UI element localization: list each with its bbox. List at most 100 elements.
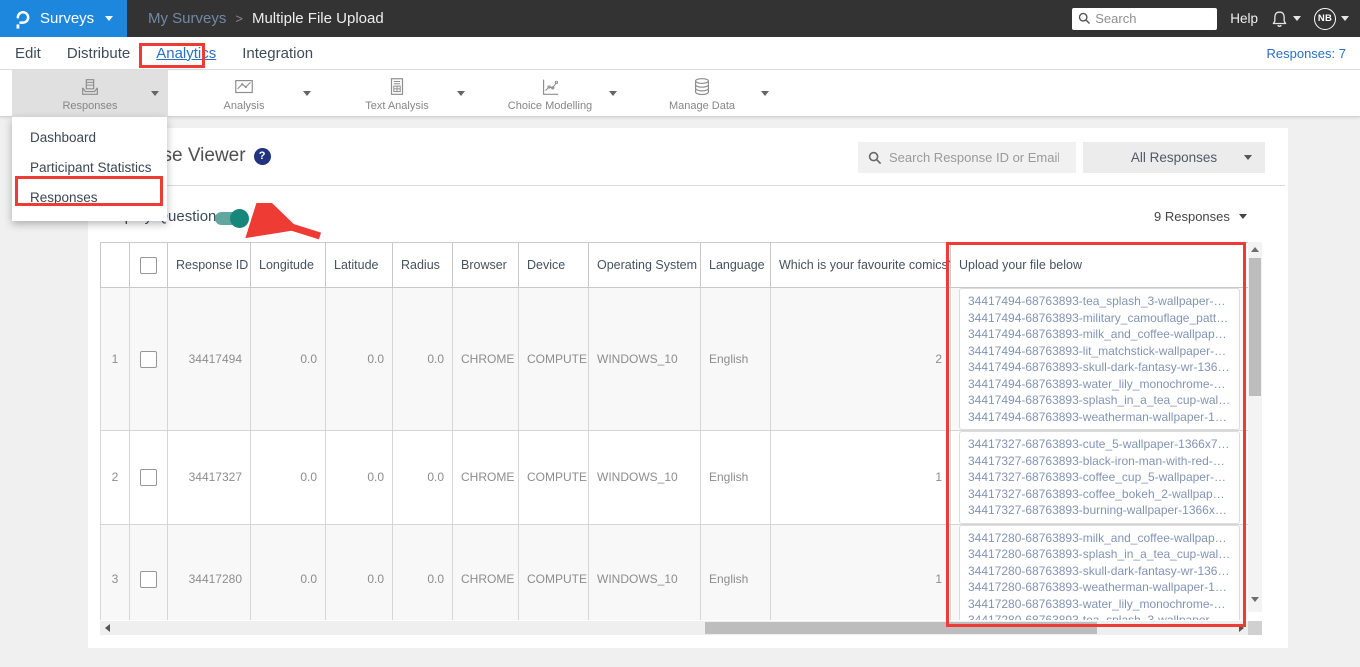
app-window: Surveys My Surveys > Multiple File Uploa… [0, 0, 1360, 667]
responses-filter-dropdown[interactable]: All Responses [1083, 142, 1265, 173]
file-link[interactable]: 34417327-68763893-coffee_bokeh_2-wallpap… [968, 486, 1231, 503]
text-analysis-icon [390, 77, 404, 95]
chevron-down-icon[interactable] [457, 91, 465, 96]
topbar-right-controls: Help NB [1072, 0, 1349, 37]
response-id-link[interactable]: 34417280 [167, 523, 251, 620]
file-link[interactable]: 34417494-68763893-milk_and_coffee-wallpa… [968, 326, 1231, 343]
header-device[interactable]: Device [518, 242, 589, 288]
select-all-checkbox[interactable] [140, 256, 157, 274]
header-latitude[interactable]: Latitude [325, 242, 393, 288]
file-link[interactable]: 34417494-68763893-military_camouflage_pa… [968, 310, 1231, 327]
breadcrumb-my-surveys[interactable]: My Surveys [148, 10, 226, 27]
file-link[interactable]: 34417494-68763893-weatherman-wallpaper-1… [968, 409, 1231, 426]
chevron-down-icon[interactable] [151, 91, 159, 96]
vertical-scrollbar-thumb[interactable] [1249, 258, 1261, 396]
global-search-input[interactable] [1095, 11, 1206, 26]
header-longitude[interactable]: Longitude [250, 242, 326, 288]
chevron-down-icon[interactable] [303, 91, 311, 96]
vertical-scrollbar[interactable] [1248, 242, 1262, 612]
menu-item-dashboard[interactable]: Dashboard [12, 123, 167, 153]
notifications-menu[interactable] [1271, 10, 1301, 28]
cell-radius: 0.0 [392, 523, 453, 620]
header-operating-system[interactable]: Operating System [588, 242, 701, 288]
toolbar-analysis[interactable]: Analysis [168, 70, 320, 117]
toolbar-text-analysis[interactable]: Text Analysis [320, 70, 474, 117]
horizontal-scrollbar[interactable] [100, 621, 1248, 635]
response-search-input[interactable] [889, 150, 1059, 165]
responses-count[interactable]: Responses: 7 [1267, 37, 1347, 70]
file-link[interactable]: 34417327-68763893-burning-wallpaper-1366… [968, 502, 1231, 519]
header-upload-question[interactable]: Upload your file below [950, 242, 1248, 288]
table-row: 1 34417494 0.0 0.0 0.0 CHROME COMPUTER W… [100, 287, 1248, 431]
help-link[interactable]: Help [1230, 11, 1258, 26]
header-select-all [129, 242, 168, 288]
response-id-link[interactable]: 34417327 [167, 430, 251, 525]
responses-table: Response ID▲ Longitude Latitude Radius B… [100, 242, 1248, 620]
file-link[interactable]: 34417327-68763893-cute_5-wallpaper-1366x… [968, 436, 1231, 453]
surveys-app-menu[interactable]: Surveys [0, 0, 127, 37]
header-comics-question[interactable]: Which is your favourite comics? [770, 242, 951, 288]
file-link[interactable]: 34417494-68763893-tea_splash_3-wallpaper… [968, 293, 1231, 310]
responses-dropdown-menu: Dashboard Participant Statistics Respons… [12, 117, 167, 221]
toolbar-responses[interactable]: Responses [12, 70, 168, 117]
tab-distribute[interactable]: Distribute [67, 45, 130, 62]
file-link[interactable]: 34417280-68763893-skull-dark-fantasy-wr-… [968, 563, 1231, 580]
row-checkbox[interactable] [140, 468, 157, 486]
row-checkbox[interactable] [140, 350, 157, 368]
tab-analytics[interactable]: Analytics [156, 45, 216, 62]
toolbar-analysis-label: Analysis [223, 99, 265, 112]
horizontal-scrollbar-thumb[interactable] [705, 622, 1097, 634]
header-language[interactable]: Language [700, 242, 771, 288]
choice-modelling-icon [542, 79, 559, 95]
cell-browser: CHROME [452, 287, 519, 431]
toolbar-text-analysis-label: Text Analysis [365, 99, 429, 112]
uploaded-files-list: 34417327-68763893-cute_5-wallpaper-1366x… [959, 431, 1240, 524]
menu-item-participant-statistics[interactable]: Participant Statistics [12, 153, 167, 183]
header-radius[interactable]: Radius [392, 242, 453, 288]
response-search [858, 142, 1076, 173]
file-link[interactable]: 34417494-68763893-water_lily_monochrome-… [968, 376, 1231, 393]
cell-browser: CHROME [452, 523, 519, 620]
toolbar-manage-data[interactable]: Manage Data [626, 70, 778, 117]
scroll-left-icon[interactable] [105, 624, 110, 632]
scroll-up-icon[interactable] [1251, 247, 1259, 252]
account-menu[interactable]: NB [1314, 7, 1349, 30]
help-icon[interactable]: ? [253, 147, 271, 165]
file-link[interactable]: 34417280-68763893-tea_splash_3-wallpaper… [968, 612, 1231, 620]
cell-comics-answer: 1 [770, 523, 951, 620]
file-link[interactable]: 34417280-68763893-splash_in_a_tea_cup-wa… [968, 546, 1231, 563]
cell-device: COMPUTER [518, 523, 589, 620]
file-link[interactable]: 34417327-68763893-coffee_cup_5-wallpaper… [968, 469, 1231, 486]
menu-item-responses[interactable]: Responses [12, 183, 167, 213]
display-questions-toggle[interactable] [215, 209, 249, 228]
scroll-down-icon[interactable] [1251, 597, 1259, 602]
file-link[interactable]: 34417494-68763893-splash_in_a_tea_cup-wa… [968, 392, 1231, 409]
file-link[interactable]: 34417494-68763893-lit_matchstick-wallpap… [968, 343, 1231, 360]
response-id-link[interactable]: 34417494 [167, 287, 251, 431]
row-number: 3 [100, 523, 130, 620]
chevron-down-icon[interactable] [761, 91, 769, 96]
tab-integration[interactable]: Integration [242, 45, 313, 62]
file-link[interactable]: 34417280-68763893-weatherman-wallpaper-1… [968, 579, 1231, 596]
header-browser[interactable]: Browser [452, 242, 519, 288]
header-response-id[interactable]: Response ID▲ [167, 242, 251, 288]
row-checkbox[interactable] [140, 570, 157, 588]
file-link[interactable]: 34417280-68763893-water_lily_monochrome-… [968, 596, 1231, 613]
scroll-right-icon[interactable] [1239, 624, 1244, 632]
file-link[interactable]: 34417280-68763893-milk_and_coffee-wallpa… [968, 530, 1231, 547]
toolbar-choice-modelling[interactable]: Choice Modelling [474, 70, 626, 117]
breadcrumb-separator: > [235, 11, 243, 26]
cell-browser: CHROME [452, 430, 519, 525]
tab-edit[interactable]: Edit [15, 45, 41, 62]
chevron-down-icon[interactable] [609, 91, 617, 96]
surveys-menu-label: Surveys [40, 10, 95, 27]
row-number: 2 [100, 430, 130, 525]
responses-count-dropdown[interactable]: 9 Responses [1154, 209, 1247, 224]
questionpro-logo-icon [16, 10, 30, 29]
file-link[interactable]: 34417494-68763893-skull-dark-fantasy-wr-… [968, 359, 1231, 376]
toolbar-manage-data-label: Manage Data [668, 99, 736, 112]
cell-latitude: 0.0 [325, 523, 393, 620]
file-link[interactable]: 34417327-68763893-black-iron-man-with-re… [968, 453, 1231, 470]
chevron-down-icon [1244, 155, 1252, 160]
cell-language: English [700, 287, 771, 431]
